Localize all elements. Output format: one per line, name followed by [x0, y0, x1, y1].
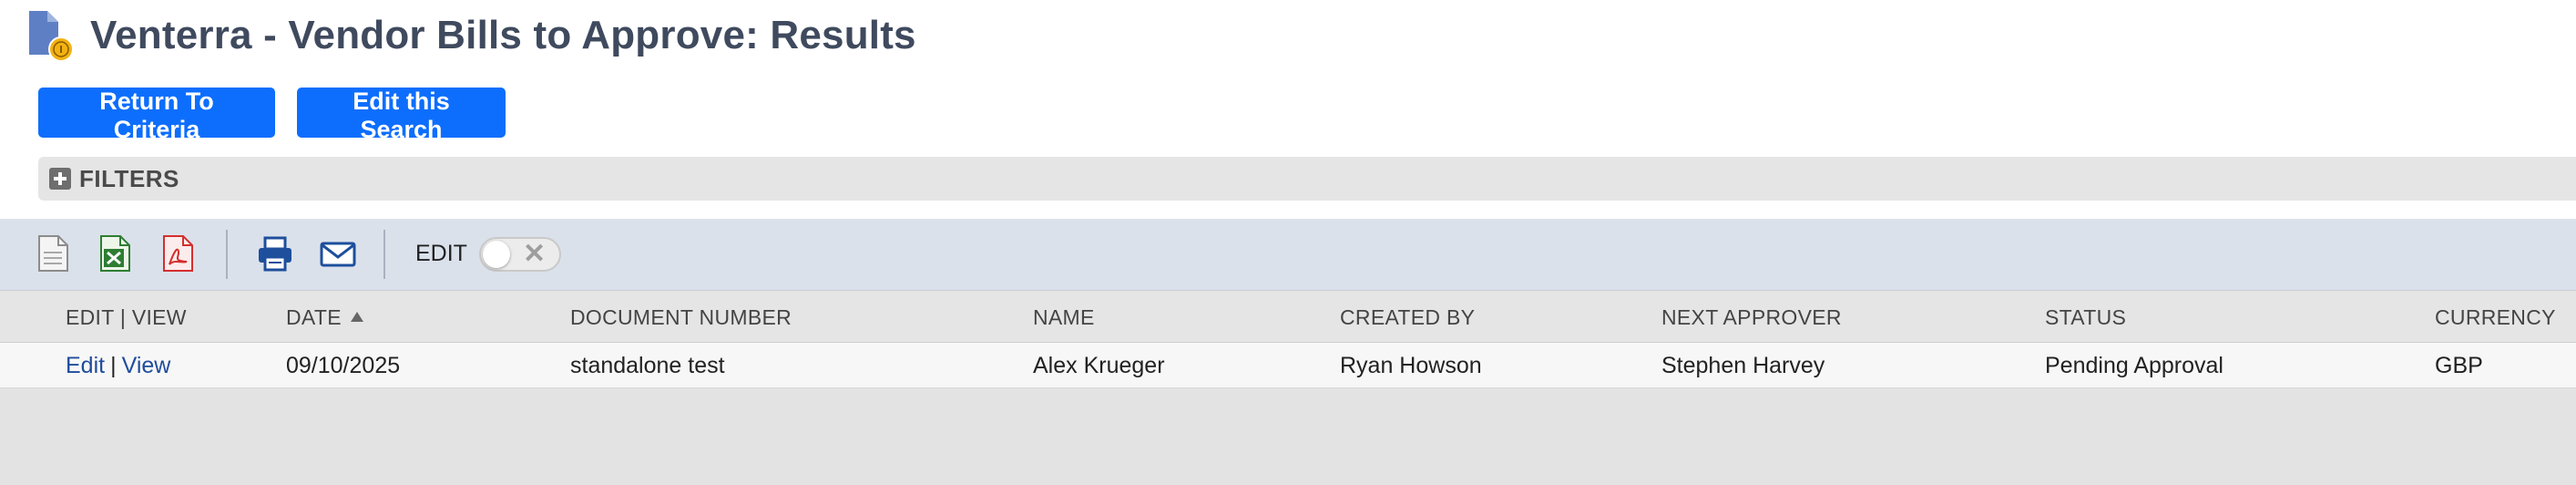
filters-bar[interactable]: FILTERS [38, 157, 2576, 201]
page-title: Venterra - Vendor Bills to Approve: Resu… [90, 13, 916, 57]
table-row: Edit | View 09/10/2025 standalone test Ale… [0, 343, 2576, 388]
cell-next-approver: Stephen Harvey [1661, 353, 1825, 378]
column-header-next-approver[interactable]: NEXT APPROVER [1661, 305, 1842, 330]
edit-view-links: Edit | View [66, 353, 170, 379]
toggle-knob[interactable] [483, 241, 510, 268]
toolbar-separator [383, 230, 385, 279]
view-link[interactable]: View [122, 353, 171, 378]
table-header: EDIT | VIEW DATE DOCUMENT NUMBER NAME CR… [0, 291, 2576, 343]
filters-label[interactable]: FILTERS [79, 165, 179, 193]
return-to-criteria-button[interactable]: Return To Criteria [38, 88, 275, 143]
plus-icon[interactable] [49, 168, 71, 190]
column-header-created-by[interactable]: CREATED BY [1340, 305, 1475, 330]
toolbar-separator [226, 230, 228, 279]
column-header-edit-view: EDIT | VIEW [66, 305, 187, 329]
close-icon: ✕ [523, 239, 547, 269]
edit-mode-toggle[interactable]: ✕ [479, 237, 561, 272]
saved-search-document-icon [27, 9, 75, 64]
link-separator: | [110, 353, 117, 378]
export-pdf-icon[interactable] [159, 233, 198, 273]
column-header-currency[interactable]: CURRENCY [2435, 305, 2556, 330]
cell-date: 09/10/2025 [286, 353, 401, 378]
cell-name: Alex Krueger [1033, 353, 1165, 378]
cell-created-by: Ryan Howson [1340, 353, 1482, 378]
column-header-name[interactable]: NAME [1033, 305, 1095, 330]
sort-ascending-icon[interactable] [350, 312, 363, 322]
column-header-label[interactable]: DATE [286, 305, 342, 329]
page-header: Venterra - Vendor Bills to Approve: Resu… [0, 0, 2576, 219]
cell-status: Pending Approval [2045, 353, 2223, 378]
column-header-document-number[interactable]: DOCUMENT NUMBER [570, 305, 792, 330]
results-toolbar: EDIT ✕ [0, 219, 2576, 291]
print-icon[interactable] [256, 233, 294, 273]
cell-currency: GBP [2435, 353, 2483, 378]
export-csv-icon[interactable] [35, 233, 73, 273]
edit-mode-label: EDIT [415, 241, 467, 266]
cell-document-number: standalone test [570, 353, 725, 378]
column-header-date[interactable]: DATE [286, 305, 363, 330]
edit-this-search-button[interactable]: Edit this Search [297, 88, 506, 143]
export-excel-icon[interactable] [97, 233, 135, 273]
email-icon[interactable] [319, 233, 357, 273]
edit-link[interactable]: Edit [66, 353, 105, 378]
column-header-status[interactable]: STATUS [2045, 305, 2126, 330]
